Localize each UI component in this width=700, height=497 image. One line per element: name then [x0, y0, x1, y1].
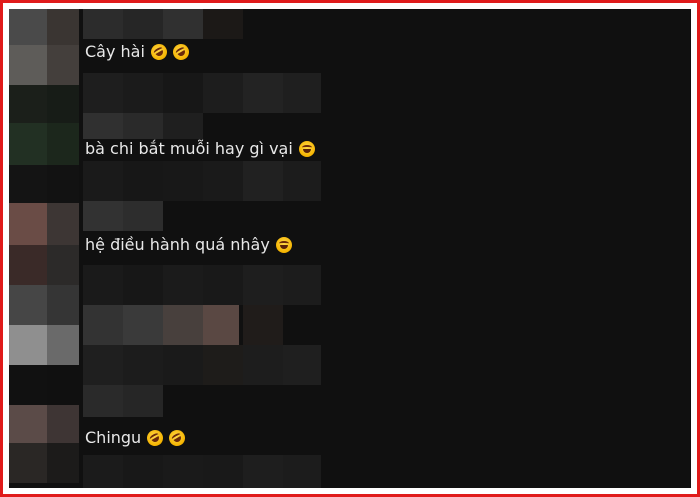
pixelated-block: [243, 455, 283, 488]
pixelated-block: [47, 365, 79, 405]
pixelated-block: [83, 385, 123, 417]
pixelated-block: [47, 165, 79, 203]
pixelated-block: [243, 345, 283, 385]
pixelated-block: [163, 73, 203, 113]
pixelated-block: [9, 203, 47, 245]
pixelated-block: [203, 265, 243, 305]
pixelated-block: [83, 345, 123, 385]
pixelated-block: [9, 245, 47, 285]
pixelated-block: [243, 305, 283, 345]
pixelated-block: [163, 9, 203, 39]
pixelated-block: [83, 113, 123, 139]
pixelated-block: [123, 385, 163, 417]
pixelated-block: [283, 161, 321, 201]
pixelated-block: [9, 85, 47, 123]
pixelated-block: [243, 161, 283, 201]
pixelated-block: [123, 455, 163, 488]
pixelated-block: [123, 113, 163, 139]
pixelated-block: [203, 73, 243, 113]
pixelated-block: [83, 9, 123, 39]
comment-text: bà chi bắt muỗi hay gì vại: [85, 139, 293, 158]
pixelated-block: [123, 9, 163, 39]
pixelated-block: [283, 73, 321, 113]
pixelated-block: [47, 245, 79, 285]
comment-feed: Cây hài bà chi bắt muỗi hay gì vại hệ đi…: [9, 9, 691, 488]
pixelated-block: [47, 203, 79, 245]
pixelated-block: [243, 73, 283, 113]
comment-text: Cây hài: [85, 42, 145, 61]
pixelated-block: [123, 201, 163, 231]
pixelated-block: [9, 45, 47, 85]
pixelated-block: [47, 45, 79, 85]
comment-2: bà chi bắt muỗi hay gì vại: [85, 139, 315, 159]
comment-text: Chingu: [85, 428, 142, 447]
pixelated-block: [47, 325, 79, 365]
pixelated-block: [123, 161, 163, 201]
pixelated-block: [47, 443, 79, 483]
pixelated-block: [163, 161, 203, 201]
screenshot-frame: Cây hài bà chi bắt muỗi hay gì vại hệ đi…: [0, 0, 700, 497]
pixelated-block: [203, 345, 243, 385]
pixelated-block: [203, 161, 243, 201]
pixelated-block: [203, 455, 243, 488]
pixelated-block: [9, 365, 47, 405]
pixelated-block: [283, 265, 321, 305]
pixelated-block: [9, 165, 47, 203]
pixelated-block: [9, 443, 47, 483]
pixelated-block: [123, 345, 163, 385]
pixelated-block: [47, 123, 79, 165]
joy-emoji-icon: [275, 237, 292, 253]
pixelated-block: [203, 9, 243, 39]
rofl-emoji-icon: [144, 427, 167, 449]
pixelated-block: [163, 265, 203, 305]
pixelated-block: [163, 305, 203, 345]
pixelated-block: [47, 285, 79, 325]
pixelated-block: [83, 305, 123, 345]
pixelated-block: [47, 9, 79, 45]
pixelated-block: [123, 305, 163, 345]
joy-emoji-icon: [298, 141, 315, 157]
rofl-emoji-icon: [166, 427, 189, 449]
pixelated-block: [203, 305, 239, 345]
comment-3: hệ điều hành quá nhây: [85, 235, 292, 255]
rofl-emoji-icon: [147, 41, 170, 63]
pixelated-block: [123, 73, 163, 113]
pixelated-block: [83, 455, 123, 488]
pixelated-block: [47, 405, 79, 443]
pixelated-block: [9, 123, 47, 165]
pixelated-block: [123, 265, 163, 305]
comment-4: Chingu: [85, 427, 189, 449]
pixelated-block: [83, 201, 123, 231]
pixelated-block: [243, 265, 283, 305]
comment-text: hệ điều hành quá nhây: [85, 235, 270, 254]
pixelated-block: [283, 455, 321, 488]
pixelated-block: [163, 113, 203, 139]
pixelated-block: [9, 285, 47, 325]
pixelated-block: [9, 325, 47, 365]
rofl-emoji-icon: [169, 41, 192, 63]
pixelated-block: [9, 405, 47, 443]
pixelated-block: [283, 345, 321, 385]
pixelated-block: [163, 345, 203, 385]
pixelated-block: [9, 9, 47, 45]
pixelated-block: [47, 85, 79, 123]
pixelated-block: [163, 455, 203, 488]
pixelated-block: [83, 73, 123, 113]
comment-1: Cây hài: [85, 41, 192, 63]
pixelated-block: [83, 161, 123, 201]
pixelated-block: [83, 265, 123, 305]
